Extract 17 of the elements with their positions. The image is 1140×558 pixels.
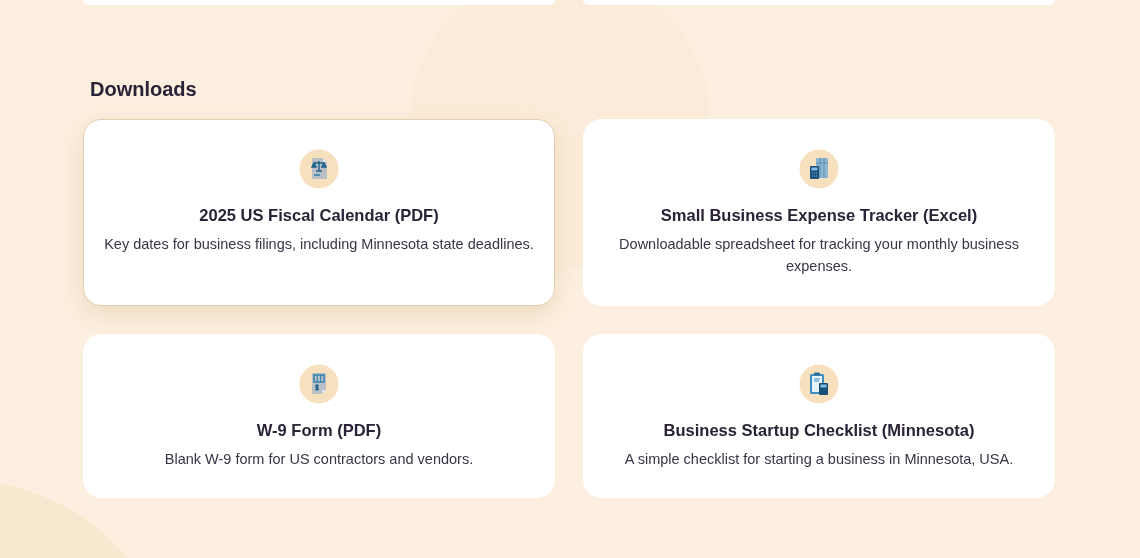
document-scale-icon bbox=[296, 146, 342, 192]
download-card[interactable]: 2025 US Fiscal Calendar (PDF) Key dates for business filings, including Minnesota state deadlines. bbox=[83, 119, 555, 306]
download-description: Key dates for business filings, including Minnesota state deadlines. bbox=[104, 235, 534, 254]
download-title: W-9 Form (PDF) bbox=[256, 421, 382, 440]
download-title: Small Business Expense Tracker (Excel) bbox=[660, 206, 978, 225]
clipboard-calculator-icon bbox=[796, 361, 842, 407]
download-title: Business Startup Checklist (Minnesota) bbox=[663, 421, 975, 440]
download-card[interactable]: Small Business Expense Tracker (Excel) Downloadable spreadsheet for tracking your monthly business expenses. bbox=[583, 119, 1055, 306]
download-description: Blank W-9 form for US contractors and vendors. bbox=[164, 450, 474, 469]
download-description: A simple checklist for starting a business in Minnesota, USA. bbox=[624, 450, 1014, 469]
spreadsheet-calculator-icon bbox=[796, 146, 842, 192]
download-description: Downloadable spreadsheet for tracking your monthly business expenses. bbox=[618, 235, 1020, 276]
download-card[interactable]: Business Startup Checklist (Minnesota) A simple checklist for starting a business in Minnesota, USA. bbox=[583, 334, 1055, 498]
download-title: 2025 US Fiscal Calendar (PDF) bbox=[199, 206, 439, 225]
document-dollar-icon bbox=[296, 361, 342, 407]
download-card[interactable]: W-9 Form (PDF) Blank W-9 form for US contractors and vendors. bbox=[83, 334, 555, 498]
section-title: Downloads bbox=[90, 77, 198, 102]
